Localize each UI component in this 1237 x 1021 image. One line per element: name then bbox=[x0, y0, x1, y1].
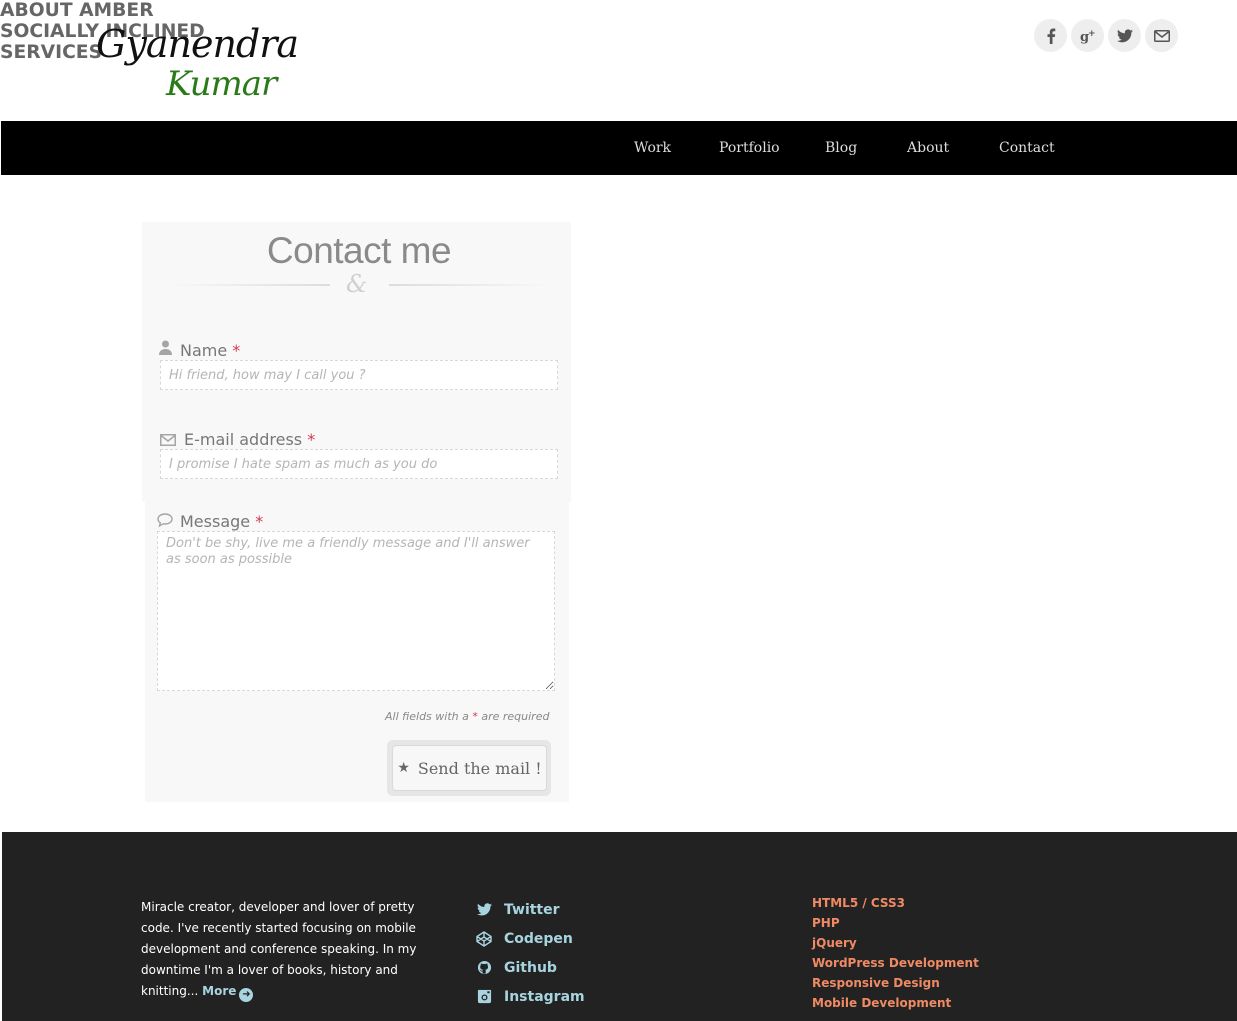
facebook-icon[interactable] bbox=[1034, 19, 1067, 52]
send-mail-button[interactable]: ★ Send the mail ! bbox=[392, 745, 547, 791]
nav-contact[interactable]: Contact bbox=[999, 140, 1055, 156]
nav-portfolio[interactable]: Portfolio bbox=[719, 140, 780, 156]
send-mail-label: Send the mail ! bbox=[417, 758, 542, 778]
footer-social-codepen[interactable]: Codepen bbox=[476, 924, 585, 953]
google-plus-icon[interactable]: g + bbox=[1071, 19, 1104, 52]
message-required-mark: * bbox=[255, 512, 264, 531]
contact-title: Contact me bbox=[266, 230, 452, 271]
github-label: Github bbox=[504, 959, 557, 976]
instagram-icon bbox=[476, 989, 492, 1005]
twitter-icon[interactable] bbox=[1108, 19, 1141, 52]
more-link[interactable]: More ➜ bbox=[202, 984, 254, 1002]
header-social-icons: g + bbox=[1034, 19, 1178, 52]
twitter-icon bbox=[476, 902, 492, 918]
footer-social-instagram[interactable]: Instagram bbox=[476, 982, 585, 1011]
github-icon bbox=[476, 960, 492, 976]
nav-blog[interactable]: Blog bbox=[825, 140, 857, 156]
service-responsive[interactable]: Responsive Design bbox=[812, 976, 979, 996]
envelope-icon bbox=[160, 431, 176, 450]
required-fields-note: All fields with a * are required bbox=[385, 710, 549, 723]
footer-social-twitter[interactable]: Twitter bbox=[476, 895, 585, 924]
codepen-label: Codepen bbox=[504, 930, 573, 947]
message-textarea[interactable] bbox=[157, 531, 555, 691]
footer-social-list: Twitter Codepen Github Instagram bbox=[476, 895, 585, 1011]
required-note-mark: * bbox=[472, 710, 478, 723]
title-ampersand: & bbox=[346, 270, 368, 298]
required-note-after: are required bbox=[481, 710, 550, 723]
service-php[interactable]: PHP bbox=[812, 916, 979, 936]
message-label: Message * bbox=[180, 512, 263, 531]
footer-social-github[interactable]: Github bbox=[476, 953, 585, 982]
footer-about-text: Miracle creator, developer and lover of … bbox=[141, 897, 441, 1002]
name-label: Name * bbox=[180, 341, 240, 360]
speech-bubble-icon bbox=[157, 512, 173, 531]
name-label-text: Name bbox=[180, 341, 228, 360]
name-input[interactable] bbox=[160, 360, 558, 390]
footer-about-title: ABOUT AMBER bbox=[0, 0, 154, 21]
about-description: Miracle creator, developer and lover of … bbox=[141, 900, 417, 998]
twitter-label: Twitter bbox=[504, 901, 560, 918]
message-label-text: Message bbox=[180, 512, 251, 531]
service-jquery[interactable]: jQuery bbox=[812, 936, 979, 956]
email-label: E-mail address * bbox=[184, 430, 315, 449]
title-divider-right bbox=[389, 284, 549, 286]
title-divider-left bbox=[170, 284, 330, 286]
codepen-icon bbox=[476, 930, 492, 947]
site-logo[interactable]: Gyanendra Kumar bbox=[96, 22, 299, 106]
more-label: More bbox=[202, 984, 237, 998]
logo-last-name: Kumar bbox=[166, 64, 277, 104]
service-mobile[interactable]: Mobile Development bbox=[812, 996, 979, 1016]
svg-text:+: + bbox=[1088, 29, 1096, 39]
mail-icon[interactable] bbox=[1145, 19, 1178, 52]
required-note-before: All fields with a bbox=[385, 710, 469, 723]
email-label-text: E-mail address bbox=[184, 430, 303, 449]
user-icon bbox=[159, 340, 172, 359]
logo-first-name: Gyanendra bbox=[96, 22, 299, 66]
email-input[interactable] bbox=[160, 449, 558, 479]
footer-services-list: HTML5 / CSS3 PHP jQuery WordPress Develo… bbox=[812, 896, 979, 1016]
name-required-mark: * bbox=[232, 341, 241, 360]
service-html5-css3[interactable]: HTML5 / CSS3 bbox=[812, 896, 979, 916]
nav-work[interactable]: Work bbox=[634, 140, 671, 156]
main-navbar: Work Portfolio Blog About Contact bbox=[1, 121, 1237, 175]
service-wordpress[interactable]: WordPress Development bbox=[812, 956, 979, 976]
email-required-mark: * bbox=[307, 430, 316, 449]
nav-about[interactable]: About bbox=[907, 140, 949, 156]
star-icon: ★ bbox=[397, 760, 410, 776]
instagram-label: Instagram bbox=[504, 988, 585, 1005]
arrow-right-icon: ➜ bbox=[239, 988, 254, 1002]
